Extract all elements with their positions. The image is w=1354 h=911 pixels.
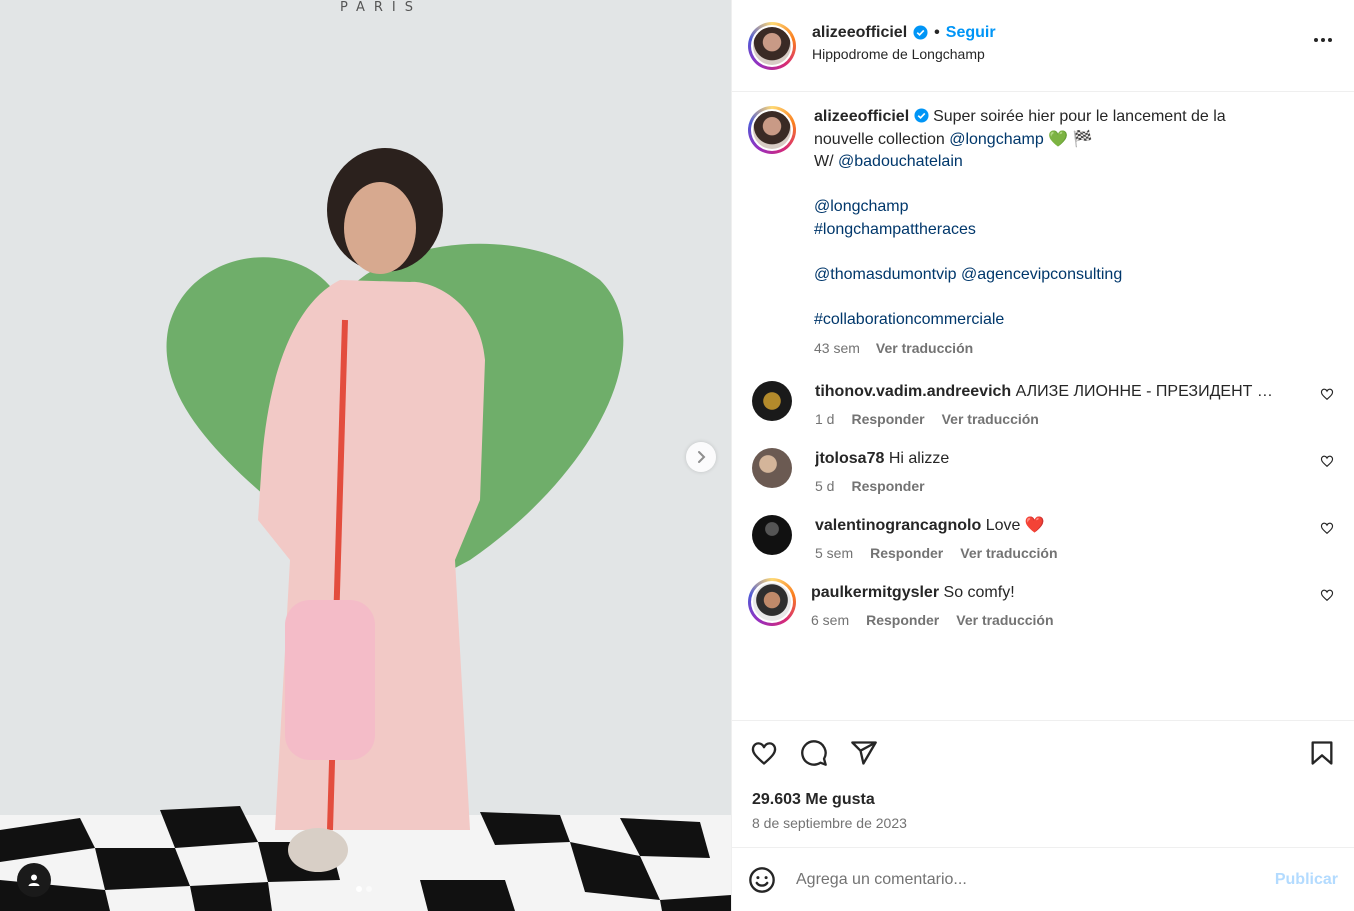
comment-text: So comfy!: [943, 583, 1015, 601]
reply-button[interactable]: Responder: [866, 612, 939, 628]
mention-link[interactable]: @agencevipconsulting: [961, 266, 1122, 283]
follow-button[interactable]: Seguir: [946, 24, 996, 42]
comment-text: Love ❤️: [985, 516, 1045, 534]
mention-link[interactable]: @thomasdumontvip: [814, 266, 957, 283]
translate-button[interactable]: Ver traducción: [876, 337, 973, 360]
like-comment-icon[interactable]: [1320, 588, 1334, 602]
caption-with-prefix: W/: [814, 153, 838, 170]
mention-link[interactable]: @longchamp: [814, 198, 909, 215]
commenter-avatar[interactable]: [752, 514, 792, 555]
comment-icon[interactable]: [800, 739, 828, 767]
caption-avatar[interactable]: [748, 106, 796, 154]
verified-badge-icon: [913, 25, 928, 40]
emoji-icon[interactable]: [748, 866, 776, 894]
post-photo: [0, 0, 731, 911]
comments-list[interactable]: alizeeofficiel Super soirée hier pour le…: [732, 92, 1354, 721]
author-avatar[interactable]: [748, 21, 796, 70]
translate-button[interactable]: Ver traducción: [942, 411, 1039, 427]
post-location[interactable]: Hippodrome de Longchamp: [812, 46, 996, 62]
post-actions: [732, 721, 1354, 785]
comment-input[interactable]: [796, 870, 1275, 889]
commenter-avatar[interactable]: [752, 447, 792, 488]
tagged-users-button[interactable]: [17, 863, 51, 897]
share-icon[interactable]: [850, 739, 878, 767]
publish-button[interactable]: Publicar: [1275, 871, 1338, 889]
comment-time[interactable]: 6 sem: [811, 612, 849, 628]
carousel-dot: [356, 886, 362, 892]
next-slide-button[interactable]: [686, 442, 716, 472]
commenter-username[interactable]: valentinograncagnolo: [815, 517, 981, 534]
like-comment-icon[interactable]: [1320, 454, 1334, 468]
likes-count[interactable]: 29.603 Me gusta: [732, 791, 1354, 809]
comment-item: valentinograncagnolo Love ❤️ 5 sem Respo…: [748, 514, 1338, 561]
caption-time[interactable]: 43 sem: [814, 337, 860, 360]
translate-button[interactable]: Ver traducción: [960, 545, 1057, 561]
verified-badge-icon: [914, 108, 929, 123]
user-tag-icon: [28, 874, 40, 886]
comment-time[interactable]: 5 d: [815, 478, 834, 494]
commenter-avatar[interactable]: [748, 577, 796, 626]
mention-link[interactable]: @badouchatelain: [838, 153, 963, 170]
post-header: alizeeofficiel • Seguir Hippodrome de Lo…: [732, 0, 1354, 92]
post-date[interactable]: 8 de septiembre de 2023: [732, 815, 1354, 831]
header-separator: •: [934, 23, 940, 41]
like-comment-icon[interactable]: [1320, 387, 1334, 401]
reply-button[interactable]: Responder: [851, 478, 924, 494]
hashtag-link[interactable]: #collaborationcommerciale: [814, 311, 1004, 328]
comment-time[interactable]: 1 d: [815, 411, 834, 427]
comment-text: АЛИЗЕ ЛИОННЕ - ПРЕЗИДЕНТ ФРАНЦИИ: [1015, 382, 1285, 400]
author-username[interactable]: alizeeofficiel: [812, 24, 907, 42]
commenter-avatar[interactable]: [752, 380, 792, 421]
post-media: PARIS: [0, 0, 731, 911]
commenter-username[interactable]: jtolosa78: [815, 450, 884, 467]
caption-username[interactable]: alizeeofficiel: [814, 108, 909, 125]
reply-button[interactable]: Responder: [851, 411, 924, 427]
post-dialog: PARIS alizeeofficiel • Seguir Hippodrome…: [0, 0, 1354, 911]
comment-item: paulkermitgysler So comfy! 6 sem Respond…: [748, 577, 1338, 628]
post-side-panel: alizeeofficiel • Seguir Hippodrome de Lo…: [731, 0, 1354, 911]
carousel-dots: [356, 886, 372, 892]
reply-button[interactable]: Responder: [870, 545, 943, 561]
post-caption: alizeeofficiel Super soirée hier pour le…: [748, 106, 1338, 360]
carousel-dot: [366, 886, 372, 892]
comment-time[interactable]: 5 sem: [815, 545, 853, 561]
heart-icon[interactable]: [750, 739, 778, 767]
add-comment-bar: Publicar: [732, 847, 1354, 911]
commenter-username[interactable]: tihonov.vadim.andreevich: [815, 383, 1011, 400]
mention-link[interactable]: @longchamp: [949, 131, 1044, 148]
hashtag-link[interactable]: #longchampattheraces: [814, 221, 976, 238]
commenter-username[interactable]: paulkermitgysler: [811, 584, 939, 601]
like-comment-icon[interactable]: [1320, 521, 1334, 535]
comment-item: tihonov.vadim.andreevich АЛИЗЕ ЛИОННЕ - …: [748, 380, 1338, 427]
bookmark-icon[interactable]: [1308, 739, 1336, 767]
chevron-right-icon: [698, 451, 706, 463]
comment-text: Hi alizze: [888, 449, 950, 467]
translate-button[interactable]: Ver traducción: [956, 612, 1053, 628]
more-horizontal-icon[interactable]: [1314, 38, 1332, 42]
brand-text: PARIS: [340, 0, 423, 15]
comment-item: jtolosa78 Hi alizze 5 d Responder: [748, 447, 1338, 494]
caption-emojis: 💚 🏁: [1043, 130, 1093, 148]
